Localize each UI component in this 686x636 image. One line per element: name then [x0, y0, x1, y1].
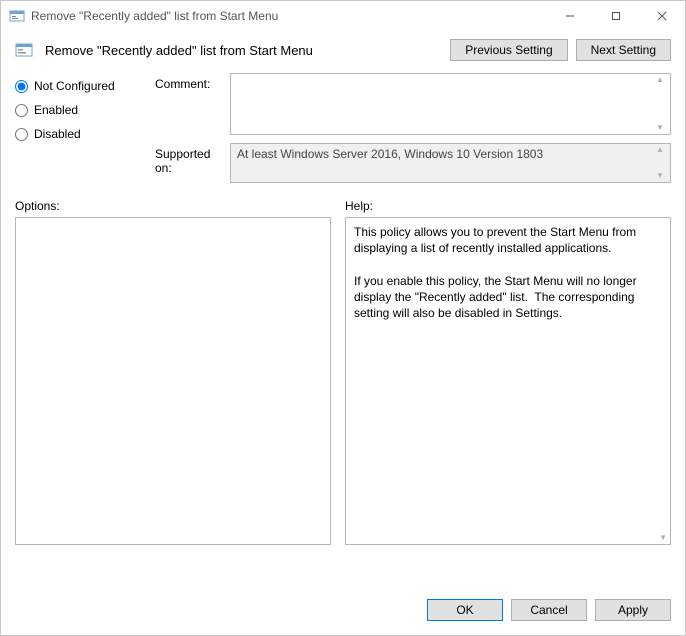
panels-row: This policy allows you to prevent the St…	[1, 217, 685, 587]
cancel-button[interactable]: Cancel	[511, 599, 587, 621]
comment-label: Comment:	[155, 73, 230, 135]
radio-enabled[interactable]: Enabled	[15, 103, 155, 117]
scroll-up-icon: ▲	[652, 75, 668, 85]
supported-readonly: At least Windows Server 2016, Windows 10…	[230, 143, 671, 183]
radio-not-configured[interactable]: Not Configured	[15, 79, 155, 93]
minimize-button[interactable]	[547, 1, 593, 31]
radio-not-configured-input[interactable]	[15, 80, 28, 93]
help-panel: This policy allows you to prevent the St…	[345, 217, 671, 545]
supported-scrollbar: ▲ ▼	[652, 144, 668, 182]
body-grid: Not Configured Enabled Disabled Comment:…	[1, 67, 685, 191]
window-title: Remove "Recently added" list from Start …	[31, 9, 278, 23]
scroll-down-icon: ▼	[652, 171, 668, 181]
apply-button[interactable]: Apply	[595, 599, 671, 621]
help-text: This policy allows you to prevent the St…	[346, 218, 670, 327]
scroll-down-icon: ▼	[652, 123, 668, 133]
options-label: Options:	[15, 199, 331, 213]
radio-enabled-label: Enabled	[34, 103, 78, 117]
dialog-window: Remove "Recently added" list from Start …	[0, 0, 686, 636]
close-button[interactable]	[639, 1, 685, 31]
radio-enabled-input[interactable]	[15, 104, 28, 117]
footer-buttons: OK Cancel Apply	[1, 587, 685, 635]
comment-textarea[interactable]: ▲ ▼	[230, 73, 671, 135]
supported-label: Supported on:	[155, 143, 230, 183]
radio-disabled-input[interactable]	[15, 128, 28, 141]
comment-scrollbar[interactable]: ▲ ▼	[652, 74, 668, 134]
app-icon	[9, 8, 25, 24]
ok-button[interactable]: OK	[427, 599, 503, 621]
help-label: Help:	[345, 199, 373, 213]
policy-title: Remove "Recently added" list from Start …	[45, 43, 442, 58]
next-setting-button[interactable]: Next Setting	[576, 39, 671, 61]
radio-not-configured-label: Not Configured	[34, 79, 115, 93]
scroll-up-icon: ▲	[652, 145, 668, 155]
section-labels: Options: Help:	[1, 191, 685, 217]
scroll-down-icon: ▼	[659, 533, 667, 542]
options-panel	[15, 217, 331, 545]
state-radio-group: Not Configured Enabled Disabled	[15, 73, 155, 183]
radio-disabled-label: Disabled	[34, 127, 81, 141]
maximize-button[interactable]	[593, 1, 639, 31]
titlebar: Remove "Recently added" list from Start …	[1, 1, 685, 31]
supported-value: At least Windows Server 2016, Windows 10…	[237, 147, 650, 161]
previous-setting-button[interactable]: Previous Setting	[450, 39, 567, 61]
radio-disabled[interactable]: Disabled	[15, 127, 155, 141]
policy-icon	[15, 41, 33, 59]
header-row: Remove "Recently added" list from Start …	[1, 31, 685, 67]
